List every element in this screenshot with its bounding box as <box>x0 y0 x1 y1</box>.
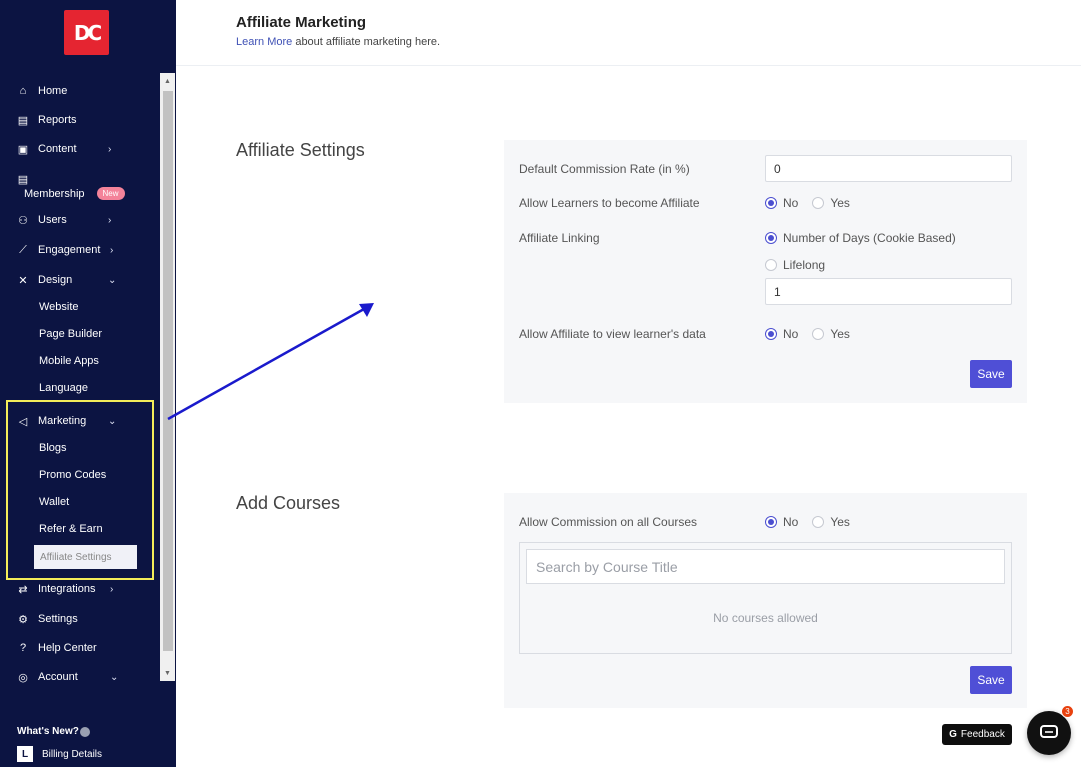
chevron-down-icon: ⌄ <box>108 274 117 286</box>
add-courses-title: Add Courses <box>236 493 341 513</box>
radio-unchecked-icon[interactable] <box>765 259 777 271</box>
swap-icon: ⇄ <box>18 583 28 596</box>
gear-icon: ⚙ <box>18 613 28 626</box>
sidebar: DC ⌂ Home ▤ Reports ▣ Content › ▤ Membershi… <box>0 0 176 767</box>
new-badge: New <box>96 187 125 200</box>
design-icon: ✕ <box>18 274 28 287</box>
view-data-label: Allow Affiliate to view learner's data <box>519 327 706 341</box>
file-icon: ▤ <box>17 114 29 127</box>
account-icon: ◎ <box>18 671 28 684</box>
course-search-input[interactable]: Search by Course Title <box>526 549 1005 584</box>
radio-checked-icon[interactable] <box>765 516 777 528</box>
allow-all-courses-radio-group: No Yes <box>765 515 864 529</box>
affiliate-settings-card: Default Commission Rate (in %) 0 Allow L… <box>504 140 1027 403</box>
chevron-down-icon: ⌄ <box>110 671 119 683</box>
help-icon: ? <box>19 642 27 654</box>
scroll-up-icon[interactable]: ▲ <box>160 75 175 87</box>
radio-unchecked-icon[interactable] <box>812 197 825 209</box>
users-icon: ⚇ <box>18 214 28 227</box>
file-icon: ▤ <box>17 173 29 186</box>
notification-dot <box>79 726 90 737</box>
annotation-arrow <box>167 303 374 421</box>
sidebar-item-account[interactable]: ◎ Account ⌄ <box>16 667 118 687</box>
radio-unchecked-icon[interactable] <box>812 328 825 340</box>
chevron-right-icon: › <box>108 214 112 226</box>
linking-days-option[interactable]: Number of Days (Cookie Based) <box>765 231 956 245</box>
sidebar-subitem-page-builder[interactable]: Page Builder <box>39 325 102 343</box>
allow-learners-yes[interactable]: Yes <box>812 196 850 210</box>
arrow-line <box>167 307 365 421</box>
sidebar-item-integrations[interactable]: ⇄ Integrations › <box>16 579 113 599</box>
chat-count-badge: 3 <box>1061 705 1074 718</box>
sidebar-item-help-center[interactable]: ? Help Center <box>16 638 97 658</box>
allow-all-courses-label: Allow Commission on all Courses <box>519 515 698 529</box>
affiliate-linking-label: Affiliate Linking <box>519 231 600 245</box>
sidebar-item-reports[interactable]: ▤ Reports <box>16 110 77 130</box>
chart-icon: ⟋ <box>19 243 27 256</box>
user-avatar: L <box>17 746 33 762</box>
page-header: Affiliate Marketing Learn More about aff… <box>176 0 1081 66</box>
view-data-radio-group: No Yes <box>765 327 864 341</box>
sidebar-item-settings[interactable]: ⚙ Settings <box>16 609 78 629</box>
radio-unchecked-icon[interactable] <box>812 516 825 528</box>
allow-learners-label: Allow Learners to become Affiliate <box>519 196 700 210</box>
radio-checked-icon[interactable] <box>765 328 777 340</box>
affiliate-settings-title: Affiliate Settings <box>236 140 365 160</box>
whats-new-link[interactable]: What's New? <box>17 726 90 737</box>
view-data-yes[interactable]: Yes <box>812 327 850 341</box>
allow-all-yes[interactable]: Yes <box>812 515 850 529</box>
course-list-box: Search by Course Title No courses allowe… <box>519 542 1012 654</box>
affiliate-save-button[interactable]: Save <box>970 360 1012 388</box>
sidebar-item-engagement[interactable]: ⟋ Engagement › <box>16 240 113 260</box>
linking-lifelong-option[interactable]: Lifelong <box>765 258 825 272</box>
sidebar-item-membership[interactable]: ▤ Membership New <box>16 172 125 200</box>
feedback-g-icon: G <box>949 729 957 740</box>
chevron-right-icon: › <box>110 244 114 256</box>
sidebar-subitem-website[interactable]: Website <box>39 298 79 316</box>
chevron-right-icon: › <box>108 143 112 155</box>
commission-rate-input[interactable]: 0 <box>765 155 1012 182</box>
learn-more-link[interactable]: Learn More <box>236 36 292 48</box>
allow-learners-radio-group: No Yes <box>765 196 864 210</box>
feedback-button[interactable]: G Feedback <box>942 724 1012 745</box>
add-courses-card: Allow Commission on all Courses No Yes S… <box>504 493 1027 708</box>
home-icon: ⌂ <box>19 85 27 97</box>
allow-learners-no[interactable]: No <box>765 196 798 210</box>
commission-rate-label: Default Commission Rate (in %) <box>519 162 690 176</box>
radio-checked-icon[interactable] <box>765 232 777 244</box>
highlight-box <box>6 400 154 580</box>
sidebar-subitem-mobile-apps[interactable]: Mobile Apps <box>39 352 99 370</box>
chat-button[interactable]: 3 <box>1027 705 1074 755</box>
sidebar-item-design[interactable]: ✕ Design ⌄ <box>16 270 116 290</box>
billing-details-link[interactable]: L Billing Details <box>17 746 102 762</box>
view-data-no[interactable]: No <box>765 327 798 341</box>
scroll-down-icon[interactable]: ▼ <box>160 667 175 679</box>
sidebar-item-content[interactable]: ▣ Content › <box>16 139 112 159</box>
days-input[interactable]: 1 <box>765 278 1012 305</box>
chat-icon <box>1040 725 1058 738</box>
logo[interactable]: DC <box>64 10 109 55</box>
sidebar-item-home[interactable]: ⌂ Home <box>16 81 68 101</box>
page-title: Affiliate Marketing <box>236 14 367 31</box>
content-icon: ▣ <box>17 143 29 156</box>
empty-state-text: No courses allowed <box>713 611 818 625</box>
page-subtitle: Learn More about affiliate marketing her… <box>236 36 441 48</box>
courses-save-button[interactable]: Save <box>970 666 1012 694</box>
radio-checked-icon[interactable] <box>765 197 777 209</box>
sidebar-subitem-language[interactable]: Language <box>39 379 88 397</box>
sidebar-item-users[interactable]: ⚇ Users › <box>16 210 111 230</box>
allow-all-no[interactable]: No <box>765 515 798 529</box>
chevron-right-icon: › <box>110 583 114 595</box>
